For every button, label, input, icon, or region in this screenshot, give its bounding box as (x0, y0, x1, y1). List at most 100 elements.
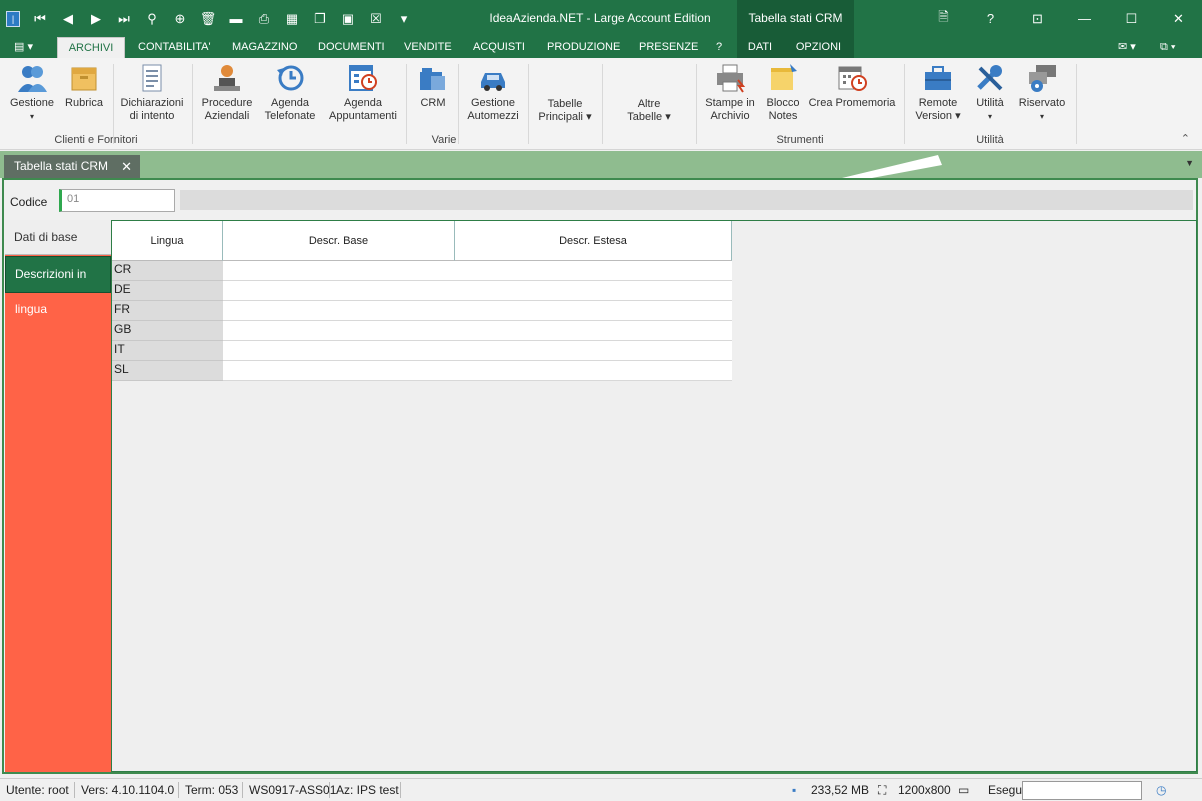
document-tab[interactable]: Tabella stati CRM ✕ (4, 155, 140, 178)
promemoria-label: Crea Promemoria (808, 97, 896, 109)
cell-descr[interactable] (223, 281, 732, 301)
close-button[interactable]: ✕ (1155, 0, 1202, 37)
cell-descr[interactable] (223, 361, 732, 381)
tab-magazzino[interactable]: MAGAZZINO (226, 37, 303, 58)
gestione-automezzi-button[interactable]: Gestione Automezzi (464, 62, 522, 123)
separator (74, 782, 75, 798)
gestione-button[interactable]: Gestione ▾ (6, 62, 58, 123)
blocco-line1: Blocco (766, 97, 800, 109)
window-controls: 🗎 ? ⊡ — ☐ ✕ (920, 0, 1202, 37)
tab-acquisti[interactable]: ACQUISTI (467, 37, 531, 58)
close-tab-icon[interactable]: ✕ (121, 155, 132, 178)
tab-produzione[interactable]: PRODUZIONE (541, 37, 626, 58)
cell-descr[interactable] (223, 341, 732, 361)
fullscreen-icon[interactable]: ⛶ (878, 783, 886, 798)
previous-record-icon[interactable]: ◀ (54, 0, 82, 37)
procedure-aziendali-button[interactable]: Procedure Aziendali (198, 62, 256, 123)
tab-dati[interactable]: DATI (737, 37, 783, 58)
blocco-notes-button[interactable]: Blocco Notes (762, 62, 804, 123)
refresh-clock-icon[interactable]: ◷ (1156, 783, 1166, 797)
collapse-ribbon-icon[interactable]: ⌃ (1181, 132, 1190, 145)
tab-vendite[interactable]: VENDITE (398, 37, 458, 58)
sidebar-item-descrizioni-in-lingua[interactable]: Descrizioni in lingua (5, 256, 111, 316)
crea-promemoria-button[interactable]: Crea Promemoria (808, 62, 896, 110)
first-record-icon[interactable]: ⏮ (26, 0, 54, 37)
group-label-strumenti: Strumenti (776, 134, 824, 146)
history-icon (274, 62, 306, 94)
column-header-descr-estesa[interactable]: Descr. Estesa (455, 221, 732, 261)
app-menu-icon[interactable]: ▤ ▾ (8, 37, 39, 58)
car-icon (477, 62, 509, 94)
tab-documenti[interactable]: DOCUMENTI (312, 37, 391, 58)
column-header-lingua[interactable]: Lingua (112, 221, 223, 261)
group-label-clienti: Clienti e Fornitori (54, 134, 138, 146)
table-row[interactable]: CR (112, 261, 732, 281)
altre-tabelle-button[interactable]: Altre Tabelle ▾ (618, 98, 680, 124)
cell-lingua: GB (112, 321, 223, 341)
sidebar-item-dati-di-base[interactable]: Dati di base (5, 220, 111, 255)
dichiarazioni-line1: Dichiarazioni (120, 97, 184, 109)
stampe-archivio-button[interactable]: Stampe in Archivio (702, 62, 758, 123)
crm-briefcase-icon (417, 62, 449, 94)
table-row[interactable]: SL (112, 361, 732, 381)
last-record-icon[interactable]: ⏭ (110, 0, 138, 37)
toolbox-icon (922, 62, 954, 94)
tab-help[interactable]: ? (710, 37, 728, 58)
cell-descr[interactable] (223, 301, 732, 321)
codice-input[interactable]: 01 (59, 189, 175, 212)
stampe-line1: Stampe in (705, 97, 755, 109)
remote-version-button[interactable]: Remote Version ▾ (910, 62, 966, 123)
maximize-button[interactable]: ☐ (1108, 0, 1155, 37)
search-icon[interactable]: ⚲ (138, 0, 166, 37)
table-row[interactable]: FR (112, 301, 732, 321)
status-workstation: WS0917-ASS01 (249, 783, 337, 797)
codice-description-field[interactable] (180, 190, 1193, 210)
agenda-telefonate-button[interactable]: Agenda Telefonate (262, 62, 318, 123)
copy-icon[interactable]: ❐ (306, 0, 334, 37)
status-user: Utente: root (6, 783, 69, 797)
window-icon[interactable]: ▭ (958, 783, 969, 797)
grid-header: Lingua Descr. Base Descr. Estesa (112, 221, 732, 261)
tab-opzioni[interactable]: OPZIONI (783, 37, 854, 58)
tab-list-dropdown-icon[interactable]: ▼ (1185, 158, 1194, 168)
document-icon[interactable]: 🗎 (920, 0, 967, 37)
agenda-appuntamenti-button[interactable]: Agenda Appuntamenti (326, 62, 400, 123)
mail-icon[interactable]: ✉ ▾ (1112, 37, 1142, 58)
tab-archivi[interactable]: ARCHIVI (57, 37, 125, 58)
crm-button[interactable]: CRM (414, 62, 452, 110)
app-logo-icon[interactable]: | (6, 10, 20, 27)
minimize-button[interactable]: — (1061, 0, 1108, 37)
cell-descr[interactable] (223, 261, 732, 281)
tools-icon (974, 62, 1006, 94)
separator (192, 64, 193, 144)
folder-icon[interactable]: ▬ (222, 0, 250, 37)
preview-icon[interactable]: ▣ (334, 0, 362, 37)
layout-icon[interactable]: ⧉ ▾ (1154, 37, 1182, 58)
chevron-down-icon: ▾ (586, 111, 592, 123)
tabelle-principali-button[interactable]: Tabelle Principali ▾ (534, 98, 596, 124)
rubrica-button[interactable]: Rubrica (62, 62, 106, 110)
tab-contabilita[interactable]: CONTABILITA' (132, 37, 217, 58)
customize-qat-icon[interactable]: ▾ (390, 0, 418, 37)
table-row[interactable]: GB (112, 321, 732, 341)
next-record-icon[interactable]: ▶ (82, 0, 110, 37)
print-icon[interactable]: ⎙ (250, 0, 278, 37)
delete-icon[interactable]: 🗑 (194, 0, 222, 37)
calculator-icon[interactable]: ▦ (278, 0, 306, 37)
remote-line2: Version (915, 110, 953, 122)
calendar-alarm-icon (836, 62, 868, 94)
riservato-button[interactable]: Riservato ▾ (1014, 62, 1070, 123)
ribbon-display-icon[interactable]: ⊡ (1014, 0, 1061, 37)
column-header-descr-base[interactable]: Descr. Base (223, 221, 455, 261)
help-button[interactable]: ? (967, 0, 1014, 37)
cell-descr[interactable] (223, 321, 732, 341)
table-row[interactable]: IT (112, 341, 732, 361)
table-row[interactable]: DE (112, 281, 732, 301)
utilita-button[interactable]: Utilità ▾ (970, 62, 1010, 123)
new-record-icon[interactable]: ⊕ (166, 0, 194, 37)
esegui-input[interactable] (1022, 781, 1142, 800)
tab-presenze[interactable]: PRESENZE (633, 37, 704, 58)
dichiarazioni-button[interactable]: Dichiarazioni di intento (118, 62, 186, 123)
close-document-icon[interactable]: ☒ (362, 0, 390, 37)
remote-line1: Remote (918, 97, 958, 109)
